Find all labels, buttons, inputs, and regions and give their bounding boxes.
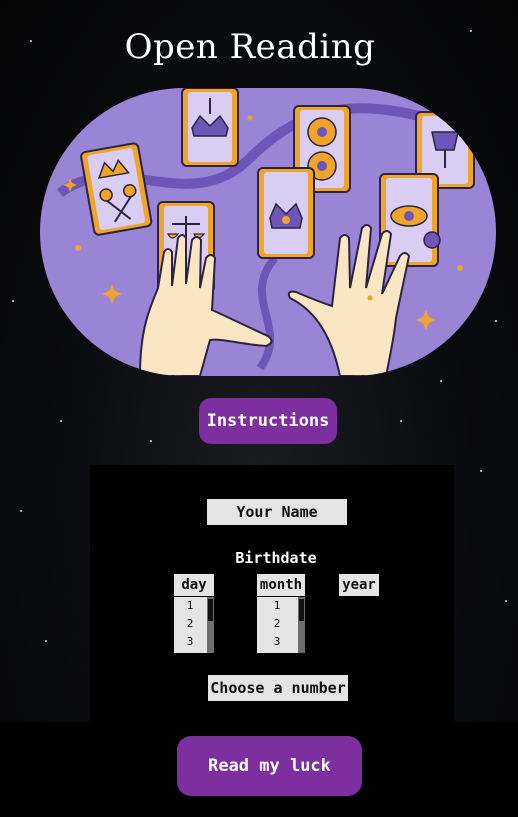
- read-my-luck-button[interactable]: Read my luck: [177, 736, 362, 796]
- day-scrollbar-thumb[interactable]: [208, 599, 213, 621]
- number-input[interactable]: Choose a number: [208, 675, 348, 701]
- day-select[interactable]: 1 2 3: [174, 597, 214, 653]
- tarot-card: [257, 167, 315, 259]
- star: [440, 380, 442, 382]
- year-select[interactable]: year: [339, 574, 379, 596]
- day-select-label: day: [174, 574, 214, 596]
- page-title: Open Reading: [124, 27, 376, 67]
- star: [505, 600, 507, 602]
- star: [400, 420, 402, 422]
- name-input[interactable]: Your Name: [207, 499, 347, 525]
- star: [12, 300, 14, 302]
- birthdate-label: Birthdate: [235, 549, 317, 567]
- month-select-label: month: [257, 574, 305, 596]
- month-scrollbar-thumb[interactable]: [299, 599, 304, 621]
- star: [480, 470, 482, 472]
- star: [60, 420, 62, 422]
- month-select[interactable]: 1 2 3: [257, 597, 305, 653]
- star: [150, 440, 152, 442]
- instructions-button[interactable]: Instructions: [199, 398, 337, 444]
- tarot-card: [181, 88, 239, 167]
- month-scrollbar[interactable]: [298, 597, 305, 653]
- star: [20, 510, 22, 512]
- tarot-cards-illustration: [40, 88, 496, 376]
- day-scrollbar[interactable]: [207, 597, 214, 653]
- star: [45, 640, 47, 642]
